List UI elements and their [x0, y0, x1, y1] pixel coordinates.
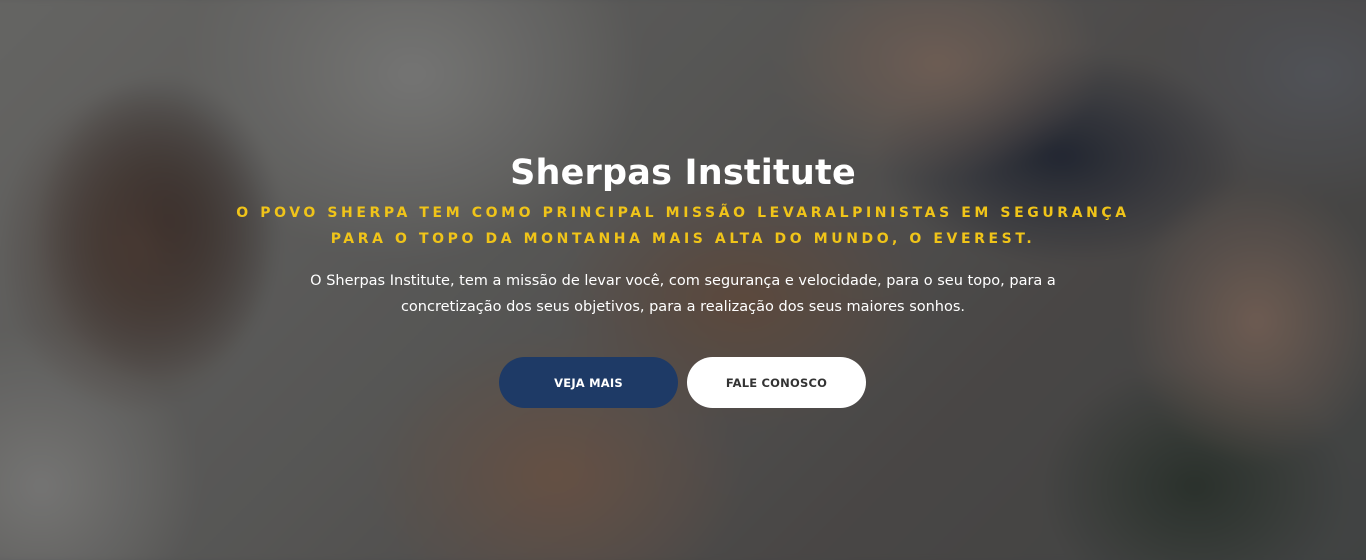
- hero-description-line-1: O Sherpas Institute, tem a missão de lev…: [310, 273, 1056, 289]
- hero-section: Sherpas Institute O povo Sherpa tem como…: [0, 0, 1366, 560]
- hero-tagline-line-2: para o topo da montanha mais alta do mun…: [330, 231, 1036, 247]
- hero-buttons: VEJA MAIS FALE CONOSCO: [499, 357, 866, 408]
- fale-conosco-button[interactable]: FALE CONOSCO: [687, 357, 866, 408]
- hero-description: O Sherpas Institute, tem a missão de lev…: [303, 268, 1063, 320]
- hero-title: Sherpas Institute: [510, 153, 856, 193]
- hero-tagline-line-1: O povo Sherpa tem como principal missão …: [236, 205, 1130, 221]
- veja-mais-button[interactable]: VEJA MAIS: [499, 357, 678, 408]
- hero-description-line-2: concretização dos seus objetivos, para a…: [400, 299, 966, 315]
- hero-tagline: O povo Sherpa tem como principal missão …: [233, 200, 1133, 252]
